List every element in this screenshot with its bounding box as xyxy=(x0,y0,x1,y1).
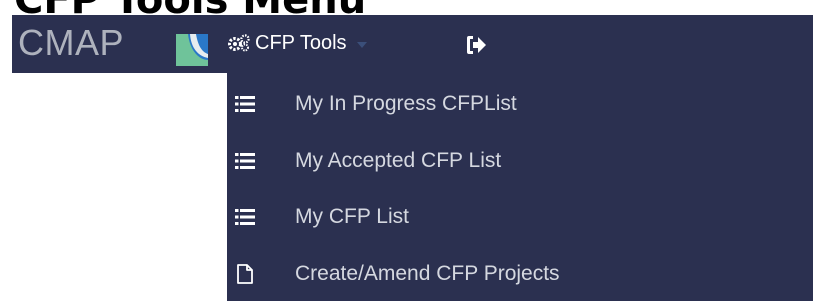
menu-item-in-progress-cfp-list[interactable]: My In Progress CFPList xyxy=(227,84,813,124)
menu-item-label: My Accepted CFP List xyxy=(295,149,502,172)
brand-name[interactable]: CMAP xyxy=(18,19,124,67)
cfp-tools-dropdown: My In Progress CFPList My Accepted CFP L… xyxy=(227,73,813,301)
menu-item-accepted-cfp-list[interactable]: My Accepted CFP List xyxy=(227,141,813,181)
menu-item-create-amend-cfp-projects[interactable]: Create/Amend CFP Projects xyxy=(227,254,813,294)
file-icon xyxy=(237,264,253,284)
list-icon xyxy=(235,96,255,112)
cfp-tools-menu-toggle[interactable]: CFP Tools xyxy=(227,27,367,59)
menu-item-label: Create/Amend CFP Projects xyxy=(295,262,560,285)
cfp-tools-label: CFP Tools xyxy=(255,31,347,54)
list-icon xyxy=(235,153,255,169)
brand-logo-icon xyxy=(176,34,208,66)
menu-item-label: My CFP List xyxy=(295,205,409,228)
menu-item-label: My In Progress CFPList xyxy=(295,92,517,115)
navbar: CMAP CFP Tools xyxy=(12,15,813,73)
caret-down-icon xyxy=(356,42,367,48)
list-icon xyxy=(235,209,255,225)
sign-out-icon[interactable] xyxy=(465,35,487,55)
cogs-icon xyxy=(228,34,250,52)
menu-item-my-cfp-list[interactable]: My CFP List xyxy=(227,197,813,237)
